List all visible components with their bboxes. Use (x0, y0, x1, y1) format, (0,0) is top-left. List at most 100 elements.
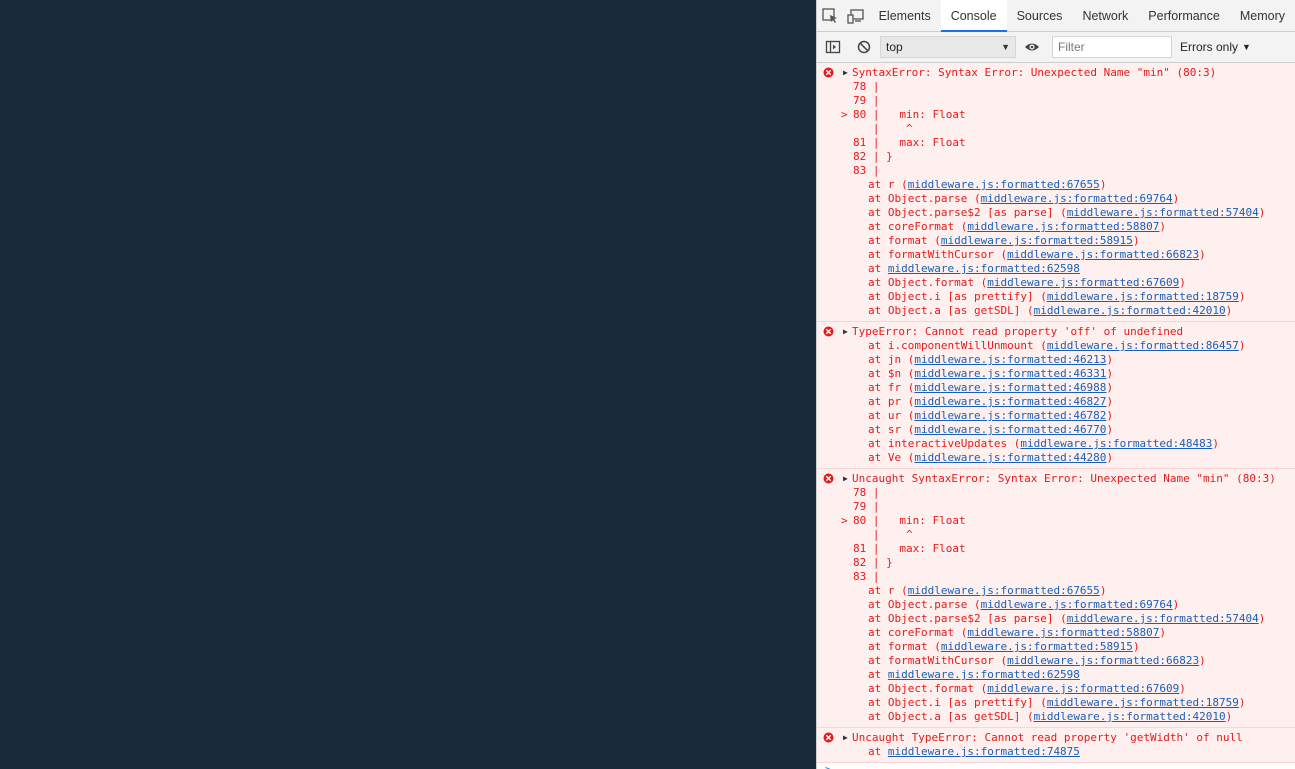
console-prompt[interactable]: > (817, 763, 1295, 769)
error-summary-text: Uncaught TypeError: Cannot read property… (852, 731, 1243, 744)
error-summary[interactable]: ▶ Uncaught SyntaxError: Syntax Error: Une… (817, 472, 1295, 486)
tab-memory[interactable]: Memory (1230, 0, 1295, 31)
stack-function-name: interactiveUpdates (887, 437, 1008, 450)
source-link[interactable]: middleware.js:formatted:62598 (888, 262, 1080, 275)
error-summary[interactable]: ▶ TypeError: Cannot read property 'off' o… (817, 325, 1295, 339)
context-selector[interactable]: top ▼ (880, 36, 1016, 58)
source-link[interactable]: middleware.js:formatted:62598 (888, 668, 1080, 681)
source-link[interactable]: middleware.js:formatted:67609 (987, 276, 1179, 289)
source-link[interactable]: middleware.js:formatted:46988 (914, 381, 1106, 394)
clear-console-icon[interactable] (848, 32, 879, 63)
expand-triangle-icon[interactable]: ▶ (843, 731, 848, 745)
stack-function-name: $n (887, 367, 902, 380)
error-summary-text: SyntaxError: Syntax Error: Unexpected Na… (852, 66, 1217, 79)
tab-performance[interactable]: Performance (1138, 0, 1230, 31)
error-summary-text: Uncaught SyntaxError: Syntax Error: Unex… (852, 472, 1276, 485)
stack-frame: at formatWithCursor (middleware.js:forma… (868, 654, 1206, 667)
code-frame-line: 81 | max: Float (817, 542, 1295, 556)
source-link[interactable]: middleware.js:formatted:46331 (914, 367, 1106, 380)
source-link[interactable]: middleware.js:formatted:58807 (967, 220, 1159, 233)
stack-function-name: Object.parse$2 [as parse] (887, 206, 1054, 219)
expand-triangle-icon[interactable]: ▶ (843, 472, 848, 486)
log-level-selector[interactable]: Errors only ▼ (1180, 40, 1251, 54)
source-link[interactable]: middleware.js:formatted:67655 (908, 584, 1100, 597)
code-frame-text: 81 | max: Float (853, 542, 966, 555)
code-frame-text: 78 | (853, 80, 880, 93)
code-frame-line: 78 | (817, 80, 1295, 94)
source-link[interactable]: middleware.js:formatted:44280 (914, 451, 1106, 464)
source-link[interactable]: middleware.js:formatted:58807 (967, 626, 1159, 639)
code-frame-marker: > (841, 514, 848, 527)
context-selector-value: top (886, 40, 903, 54)
filter-input[interactable] (1052, 36, 1172, 58)
code-frame-line: 79 | (817, 94, 1295, 108)
code-frame-line: >80 | min: Float (817, 514, 1295, 528)
code-frame-marker: > (841, 108, 848, 121)
stack-function-name: Object.i [as prettify] (887, 290, 1034, 303)
source-link[interactable]: middleware.js:formatted:74875 (888, 745, 1080, 758)
console-error-message: ▶ Uncaught TypeError: Cannot read propert… (817, 728, 1295, 763)
console-error-message: ▶ Uncaught SyntaxError: Syntax Error: Une… (817, 469, 1295, 728)
code-frame-line: 82 | } (817, 556, 1295, 570)
tab-elements[interactable]: Elements (869, 0, 941, 31)
stack-frame: at pr (middleware.js:formatted:46827) (868, 395, 1114, 408)
stack-frame: at format (middleware.js:formatted:58915… (868, 234, 1140, 247)
source-link[interactable]: middleware.js:formatted:48483 (1020, 437, 1212, 450)
source-link[interactable]: middleware.js:formatted:69764 (981, 598, 1173, 611)
source-link[interactable]: middleware.js:formatted:42010 (1034, 304, 1226, 317)
source-link[interactable]: middleware.js:formatted:58915 (941, 640, 1133, 653)
source-link[interactable]: middleware.js:formatted:46213 (914, 353, 1106, 366)
expand-triangle-icon[interactable]: ▶ (843, 325, 848, 339)
live-expression-eye-icon[interactable] (1016, 32, 1047, 63)
stack-function-name: coreFormat (887, 220, 955, 233)
prompt-symbol: > (825, 763, 832, 769)
code-frame-text: 80 | min: Float (853, 514, 966, 527)
tab-console[interactable]: Console (940, 0, 1007, 32)
inspect-element-icon[interactable] (817, 0, 843, 31)
source-link[interactable]: middleware.js:formatted:67609 (987, 682, 1179, 695)
console-toolbar: top ▼ Errors only ▼ (817, 32, 1295, 63)
source-link[interactable]: middleware.js:formatted:69764 (981, 192, 1173, 205)
source-link[interactable]: middleware.js:formatted:18759 (1047, 696, 1239, 709)
stack-frame: at jn (middleware.js:formatted:46213) (868, 353, 1114, 366)
stack-frame: at Object.i [as prettify] (middleware.js… (868, 290, 1246, 303)
source-link[interactable]: middleware.js:formatted:86457 (1047, 339, 1239, 352)
stack-frame: at coreFormat (middleware.js:formatted:5… (868, 220, 1167, 233)
expand-triangle-icon[interactable]: ▶ (843, 66, 848, 80)
stack-frame: at ur (middleware.js:formatted:46782) (868, 409, 1114, 422)
code-frame-text: 78 | (853, 486, 880, 499)
source-link[interactable]: middleware.js:formatted:57404 (1067, 206, 1259, 219)
stack-frame: at fr (middleware.js:formatted:46988) (868, 381, 1114, 394)
inspected-page (0, 0, 816, 769)
stack-function-name: coreFormat (887, 626, 955, 639)
stack-frame: at formatWithCursor (middleware.js:forma… (868, 248, 1206, 261)
source-link[interactable]: middleware.js:formatted:42010 (1034, 710, 1226, 723)
source-link[interactable]: middleware.js:formatted:66823 (1007, 248, 1199, 261)
source-link[interactable]: middleware.js:formatted:46770 (914, 423, 1106, 436)
stack-frame: at format (middleware.js:formatted:58915… (868, 640, 1140, 653)
devtools-tabbar: Elements Console Sources Network Performance… (817, 0, 1295, 32)
source-link[interactable]: middleware.js:formatted:57404 (1067, 612, 1259, 625)
stack-frame: at interactiveUpdates (middleware.js:for… (868, 437, 1220, 450)
tab-network[interactable]: Network (1072, 0, 1138, 31)
tab-sources[interactable]: Sources (1007, 0, 1073, 31)
stack-function-name: Object.format (887, 682, 974, 695)
error-summary[interactable]: ▶ Uncaught TypeError: Cannot read propert… (817, 731, 1295, 745)
source-link[interactable]: middleware.js:formatted:46827 (914, 395, 1106, 408)
source-link[interactable]: middleware.js:formatted:66823 (1007, 654, 1199, 667)
device-toolbar-icon[interactable] (843, 0, 869, 31)
source-link[interactable]: middleware.js:formatted:67655 (908, 178, 1100, 191)
show-sidebar-icon[interactable] (817, 32, 848, 63)
stack-function-name: Object.a [as getSDL] (887, 710, 1021, 723)
source-link[interactable]: middleware.js:formatted:18759 (1047, 290, 1239, 303)
code-frame-line: 82 | } (817, 150, 1295, 164)
stack-function-name: Object.format (887, 276, 974, 289)
code-frame-line: | ^ (817, 528, 1295, 542)
source-link[interactable]: middleware.js:formatted:46782 (914, 409, 1106, 422)
error-summary[interactable]: ▶ SyntaxError: Syntax Error: Unexpected N… (817, 66, 1295, 80)
code-frame-text: 79 | (853, 500, 880, 513)
stack-frame: at Ve (middleware.js:formatted:44280) (868, 451, 1114, 464)
code-frame-text: 82 | } (853, 556, 893, 569)
source-link[interactable]: middleware.js:formatted:58915 (941, 234, 1133, 247)
code-frame-line: 83 | (817, 570, 1295, 584)
